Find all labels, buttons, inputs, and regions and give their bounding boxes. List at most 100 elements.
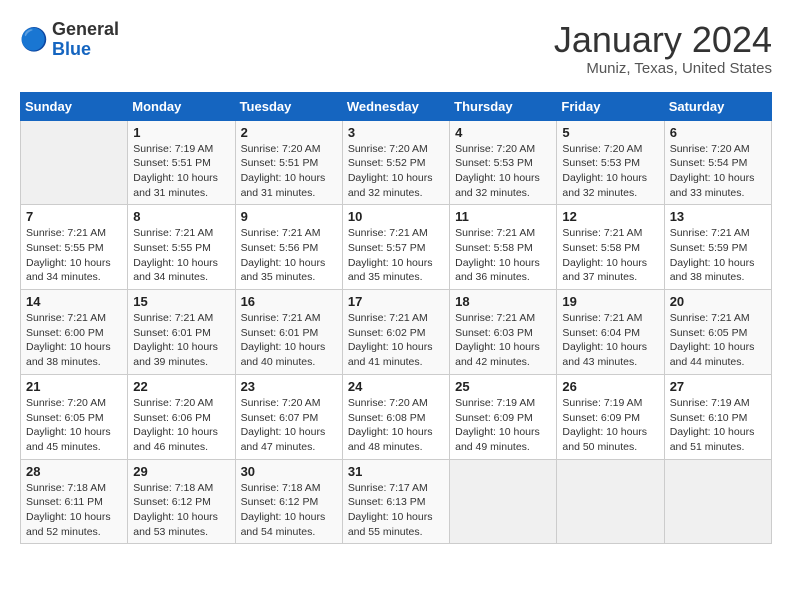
calendar-cell: 3 Sunrise: 7:20 AM Sunset: 5:52 PM Daylig… — [342, 120, 449, 205]
weekday-header-thursday: Thursday — [450, 92, 557, 120]
day-info: Sunrise: 7:21 AM Sunset: 5:57 PM Dayligh… — [348, 226, 444, 285]
day-number: 3 — [348, 125, 444, 140]
calendar-cell: 26Sunrise: 7:19 AM Sunset: 6:09 PM Dayli… — [557, 374, 664, 459]
day-number: 6 — [670, 125, 766, 140]
day-number: 24 — [348, 379, 444, 394]
day-number: 18 — [455, 294, 551, 309]
day-info: Sunrise: 7:21 AM Sunset: 6:03 PM Dayligh… — [455, 311, 551, 370]
day-number: 10 — [348, 209, 444, 224]
day-info: Sunrise: 7:21 AM Sunset: 6:05 PM Dayligh… — [670, 311, 766, 370]
calendar-cell: 1 Sunrise: 7:19 AM Sunset: 5:51 PM Daylig… — [128, 120, 235, 205]
calendar-cell: 2Sunrise: 7:20 AM Sunset: 5:51 PM Daylig… — [235, 120, 342, 205]
calendar-cell: 19 Sunrise: 7:21 AM Sunset: 6:04 PM Dayli… — [557, 290, 664, 375]
calendar-cell: 5 Sunrise: 7:20 AM Sunset: 5:53 PM Daylig… — [557, 120, 664, 205]
day-number: 26 — [562, 379, 658, 394]
day-number: 12 — [562, 209, 658, 224]
day-info: Sunrise: 7:21 AM Sunset: 6:01 PM Dayligh… — [133, 311, 229, 370]
day-number: 30 — [241, 464, 337, 479]
day-info: Sunrise: 7:21 AM Sunset: 5:55 PM Dayligh… — [133, 226, 229, 285]
week-row-3: 14Sunrise: 7:21 AM Sunset: 6:00 PM Dayli… — [21, 290, 772, 375]
logo-icon: 🔵 — [20, 26, 48, 54]
weekday-header-tuesday: Tuesday — [235, 92, 342, 120]
calendar-cell: 30 Sunrise: 7:18 AM Sunset: 6:12 PM Dayli… — [235, 459, 342, 544]
calendar-cell: 27 Sunrise: 7:19 AM Sunset: 6:10 PM Dayli… — [664, 374, 771, 459]
calendar-cell: 22 Sunrise: 7:20 AM Sunset: 6:06 PM Dayli… — [128, 374, 235, 459]
day-info: Sunrise: 7:20 AM Sunset: 6:05 PM Dayligh… — [26, 396, 122, 455]
day-info: Sunrise: 7:21 AM Sunset: 5:56 PM Dayligh… — [241, 226, 337, 285]
day-number: 13 — [670, 209, 766, 224]
calendar-cell: 16 Sunrise: 7:21 AM Sunset: 6:01 PM Dayli… — [235, 290, 342, 375]
day-info: Sunrise: 7:20 AM Sunset: 5:54 PM Dayligh… — [670, 142, 766, 201]
calendar-cell: 20 Sunrise: 7:21 AM Sunset: 6:05 PM Dayli… — [664, 290, 771, 375]
weekday-header-monday: Monday — [128, 92, 235, 120]
day-number: 4 — [455, 125, 551, 140]
day-info: Sunrise: 7:21 AM Sunset: 5:58 PM Dayligh… — [562, 226, 658, 285]
day-number: 21 — [26, 379, 122, 394]
weekday-header-wednesday: Wednesday — [342, 92, 449, 120]
calendar-cell — [664, 459, 771, 544]
day-info: Sunrise: 7:18 AM Sunset: 6:12 PM Dayligh… — [241, 481, 337, 540]
week-row-2: 7 Sunrise: 7:21 AM Sunset: 5:55 PM Daylig… — [21, 205, 772, 290]
day-info: Sunrise: 7:18 AM Sunset: 6:12 PM Dayligh… — [133, 481, 229, 540]
day-info: Sunrise: 7:21 AM Sunset: 6:02 PM Dayligh… — [348, 311, 444, 370]
calendar-cell: 25Sunrise: 7:19 AM Sunset: 6:09 PM Dayli… — [450, 374, 557, 459]
day-number: 17 — [348, 294, 444, 309]
weekday-header-friday: Friday — [557, 92, 664, 120]
day-number: 19 — [562, 294, 658, 309]
calendar-cell: 13 Sunrise: 7:21 AM Sunset: 5:59 PM Dayli… — [664, 205, 771, 290]
calendar-cell: 31 Sunrise: 7:17 AM Sunset: 6:13 PM Dayli… — [342, 459, 449, 544]
day-number: 16 — [241, 294, 337, 309]
day-info: Sunrise: 7:19 AM Sunset: 6:10 PM Dayligh… — [670, 396, 766, 455]
calendar-cell: 12 Sunrise: 7:21 AM Sunset: 5:58 PM Dayli… — [557, 205, 664, 290]
calendar-cell — [557, 459, 664, 544]
day-number: 11 — [455, 209, 551, 224]
page-header: 🔵 General Blue January 2024 Muniz, Texas… — [20, 20, 772, 77]
calendar-cell: 28 Sunrise: 7:18 AM Sunset: 6:11 PM Dayli… — [21, 459, 128, 544]
day-number: 15 — [133, 294, 229, 309]
week-row-5: 28 Sunrise: 7:18 AM Sunset: 6:11 PM Dayli… — [21, 459, 772, 544]
calendar-cell: 18 Sunrise: 7:21 AM Sunset: 6:03 PM Dayli… — [450, 290, 557, 375]
day-info: Sunrise: 7:21 AM Sunset: 6:00 PM Dayligh… — [26, 311, 122, 370]
calendar-cell: 11 Sunrise: 7:21 AM Sunset: 5:58 PM Dayli… — [450, 205, 557, 290]
day-number: 7 — [26, 209, 122, 224]
weekday-header-saturday: Saturday — [664, 92, 771, 120]
day-info: Sunrise: 7:21 AM Sunset: 5:59 PM Dayligh… — [670, 226, 766, 285]
day-info: Sunrise: 7:21 AM Sunset: 5:58 PM Dayligh… — [455, 226, 551, 285]
day-info: Sunrise: 7:20 AM Sunset: 5:52 PM Dayligh… — [348, 142, 444, 201]
calendar-table: SundayMondayTuesdayWednesdayThursdayFrid… — [20, 92, 772, 545]
logo-text: General Blue — [52, 20, 119, 60]
weekday-header-sunday: Sunday — [21, 92, 128, 120]
calendar-cell: 23Sunrise: 7:20 AM Sunset: 6:07 PM Dayli… — [235, 374, 342, 459]
day-info: Sunrise: 7:21 AM Sunset: 6:04 PM Dayligh… — [562, 311, 658, 370]
week-row-4: 21 Sunrise: 7:20 AM Sunset: 6:05 PM Dayli… — [21, 374, 772, 459]
day-info: Sunrise: 7:21 AM Sunset: 6:01 PM Dayligh… — [241, 311, 337, 370]
day-info: Sunrise: 7:20 AM Sunset: 5:51 PM Dayligh… — [241, 142, 337, 201]
day-info: Sunrise: 7:20 AM Sunset: 6:06 PM Dayligh… — [133, 396, 229, 455]
day-info: Sunrise: 7:17 AM Sunset: 6:13 PM Dayligh… — [348, 481, 444, 540]
svg-text:🔵: 🔵 — [20, 26, 48, 52]
calendar-cell: 21 Sunrise: 7:20 AM Sunset: 6:05 PM Dayli… — [21, 374, 128, 459]
calendar-cell: 14Sunrise: 7:21 AM Sunset: 6:00 PM Dayli… — [21, 290, 128, 375]
day-number: 27 — [670, 379, 766, 394]
day-info: Sunrise: 7:20 AM Sunset: 6:07 PM Dayligh… — [241, 396, 337, 455]
day-number: 22 — [133, 379, 229, 394]
day-number: 1 — [133, 125, 229, 140]
calendar-subtitle: Muniz, Texas, United States — [554, 60, 772, 77]
day-number: 20 — [670, 294, 766, 309]
day-number: 28 — [26, 464, 122, 479]
calendar-cell: 24Sunrise: 7:20 AM Sunset: 6:08 PM Dayli… — [342, 374, 449, 459]
logo-blue: Blue — [52, 39, 91, 59]
calendar-cell: 29 Sunrise: 7:18 AM Sunset: 6:12 PM Dayli… — [128, 459, 235, 544]
day-number: 5 — [562, 125, 658, 140]
day-info: Sunrise: 7:20 AM Sunset: 5:53 PM Dayligh… — [562, 142, 658, 201]
logo-general: General — [52, 19, 119, 39]
calendar-title: January 2024 — [554, 20, 772, 60]
day-number: 31 — [348, 464, 444, 479]
calendar-cell: 15 Sunrise: 7:21 AM Sunset: 6:01 PM Dayli… — [128, 290, 235, 375]
title-block: January 2024 Muniz, Texas, United States — [554, 20, 772, 77]
day-number: 25 — [455, 379, 551, 394]
day-info: Sunrise: 7:19 AM Sunset: 5:51 PM Dayligh… — [133, 142, 229, 201]
day-number: 29 — [133, 464, 229, 479]
day-info: Sunrise: 7:18 AM Sunset: 6:11 PM Dayligh… — [26, 481, 122, 540]
calendar-cell: 4Sunrise: 7:20 AM Sunset: 5:53 PM Daylig… — [450, 120, 557, 205]
